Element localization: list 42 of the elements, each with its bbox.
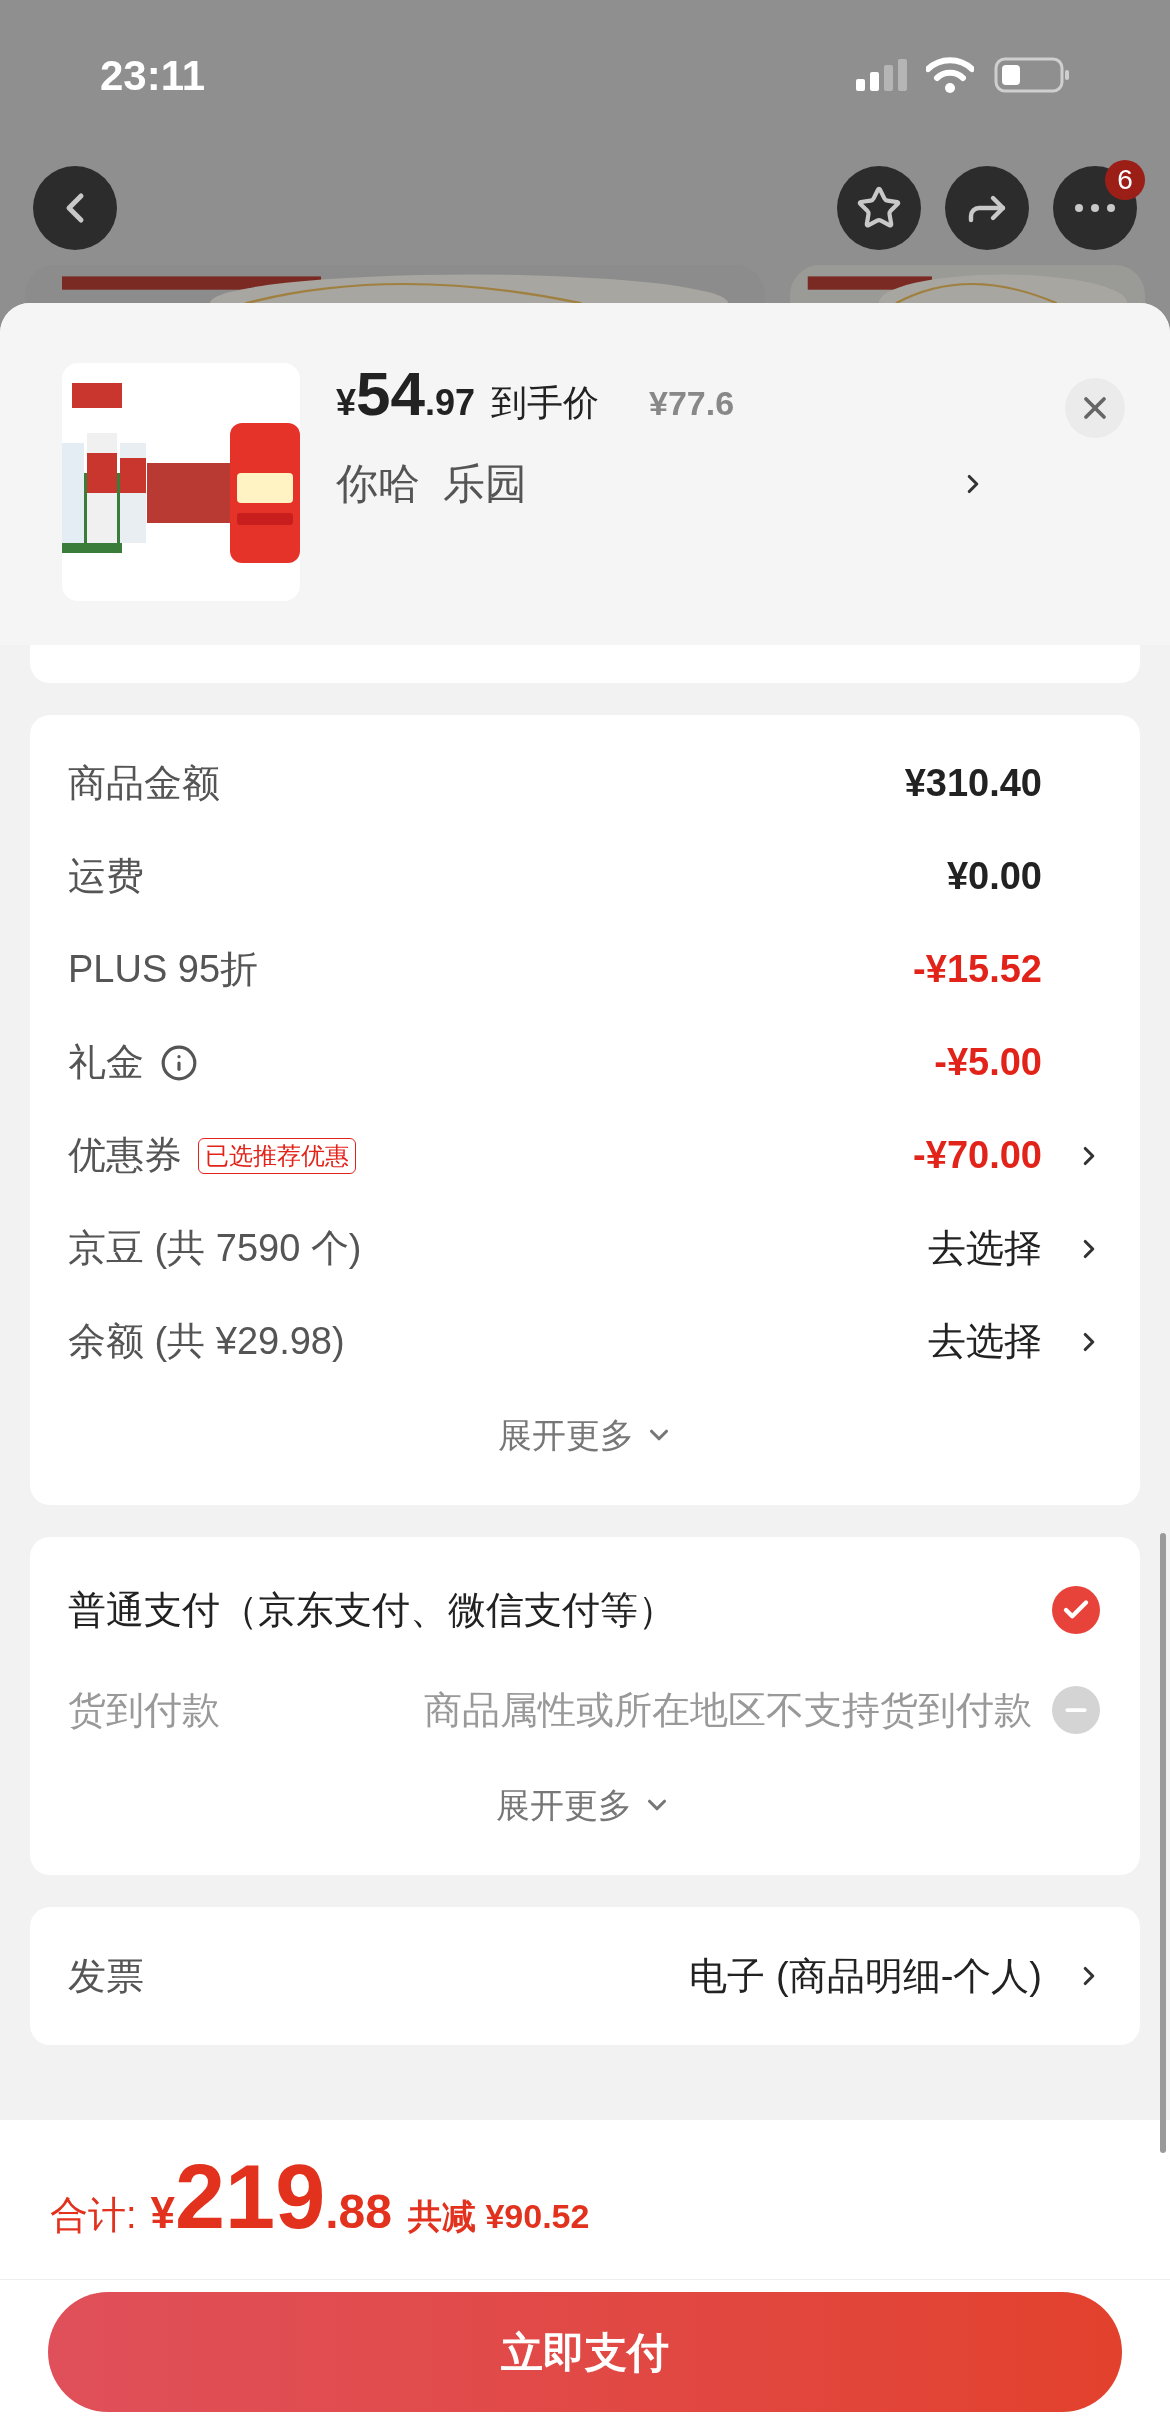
amount-value: ¥0.00: [946, 854, 1042, 899]
expand-more-button[interactable]: 展开更多: [496, 1779, 672, 1831]
amount-value: -¥15.52: [913, 947, 1042, 992]
amount-value[interactable]: -¥70.00: [913, 1127, 1042, 1184]
info-icon[interactable]: [160, 1043, 198, 1082]
total-decimal: .88: [325, 2183, 392, 2240]
payment-option: 货到付款: [68, 1681, 220, 1739]
price-label: 到手价: [491, 381, 600, 425]
recommended-tag: 已选推荐优惠: [198, 1137, 356, 1174]
amount-label: 余额 (共 ¥29.98): [68, 1319, 345, 1364]
total-currency: ¥: [150, 2187, 176, 2239]
invoice-card[interactable]: 发票 电子 (商品明细-个人): [30, 1907, 1140, 2045]
original-price: ¥77.6: [649, 383, 735, 424]
amount-value: -¥5.00: [934, 1040, 1042, 1085]
amount-label: 商品金额: [68, 761, 220, 806]
notification-badge: 6: [1105, 159, 1145, 200]
amount-label: 运费: [68, 854, 144, 899]
product-spec[interactable]: 你哈 乐园: [336, 452, 528, 515]
amount-value[interactable]: 去选择: [928, 1220, 1042, 1277]
checkmark-icon[interactable]: [1052, 1586, 1100, 1634]
payment-note: 商品属性或所在地区不支持货到付款: [424, 1687, 1032, 1733]
amount-label: PLUS 95折: [68, 947, 259, 992]
amount-label: 京豆 (共 7590 个): [68, 1226, 362, 1271]
status-time: 23:11: [100, 50, 206, 101]
invoice-value: 电子 (商品明细-个人): [689, 1953, 1042, 1999]
total-label: 合计:: [50, 2192, 137, 2238]
signal-icon: [856, 59, 908, 91]
price-decimal: .97: [425, 382, 476, 425]
expand-more-button[interactable]: 展开更多: [498, 1409, 674, 1461]
total-integer: 219: [175, 2151, 326, 2242]
total-saving: 共减 ¥90.52: [407, 2195, 590, 2237]
invoice-label: 发票: [68, 1953, 144, 1999]
payment-option[interactable]: 普通支付（京东支付、微信支付等）: [68, 1581, 676, 1639]
price-currency: ¥: [336, 382, 357, 425]
amount-value[interactable]: 去选择: [928, 1313, 1042, 1370]
battery-icon: [994, 57, 1070, 93]
pay-now-button[interactable]: 立即支付: [48, 2292, 1122, 2412]
wifi-icon: [926, 57, 974, 93]
amount-value: ¥310.40: [904, 761, 1042, 806]
price-integer: 54: [356, 363, 425, 425]
amount-label: 优惠券: [68, 1133, 182, 1178]
amount-label: 礼金: [68, 1040, 144, 1085]
